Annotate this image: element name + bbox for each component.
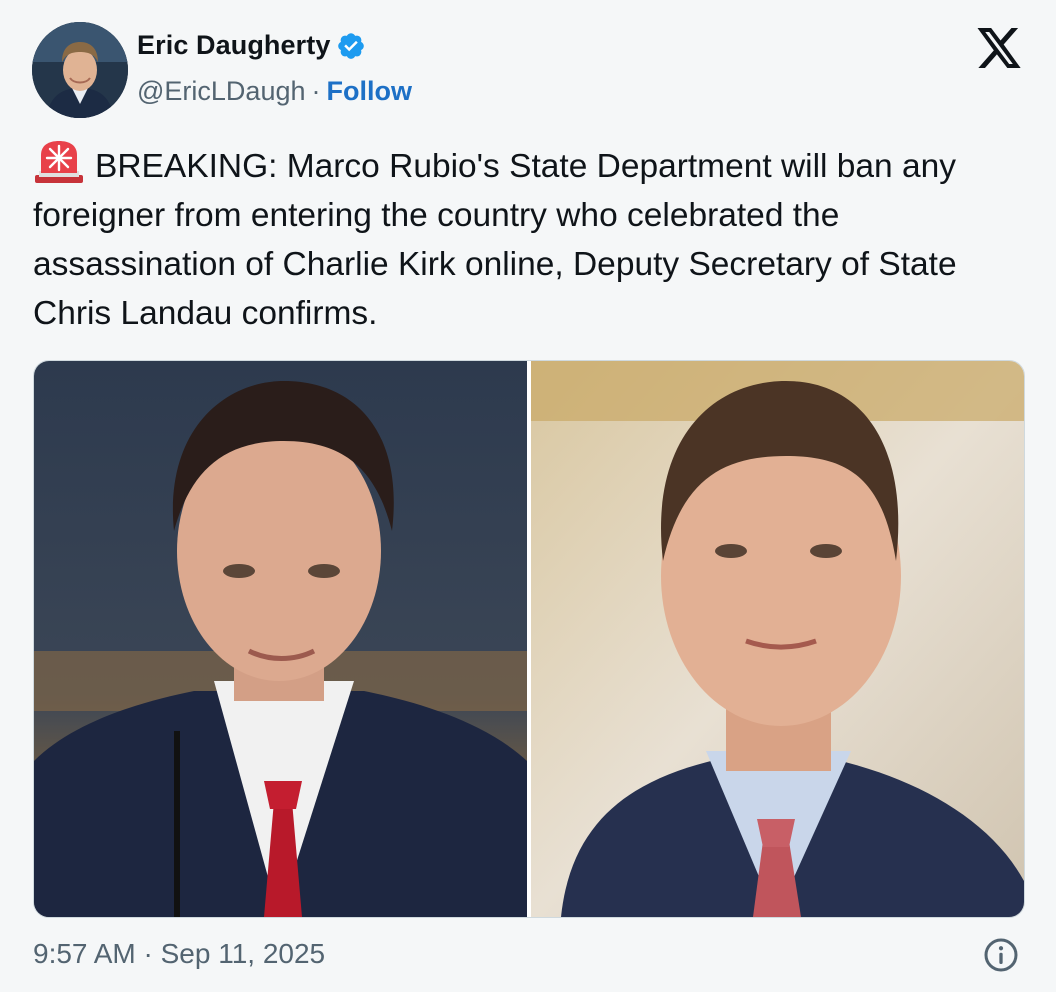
x-logo-icon[interactable] (975, 26, 1023, 70)
author-name[interactable]: Eric Daugherty (137, 30, 330, 61)
author-handle-row: @EricLDaugh · Follow (137, 76, 412, 107)
tweet-media[interactable] (33, 360, 1025, 918)
verified-badge-icon (338, 32, 365, 59)
handle-separator: · (311, 76, 321, 106)
tweet-timestamp[interactable]: 9:57 AM · Sep 11, 2025 (33, 938, 325, 970)
avatar[interactable] (32, 22, 128, 118)
author-handle[interactable]: @EricLDaugh (137, 76, 306, 107)
tweet-text-block: BREAKING: Marco Rubio's State Department… (33, 141, 1033, 338)
author-name-row: Eric Daugherty (137, 30, 366, 61)
follow-button[interactable]: Follow (327, 76, 412, 107)
photo-charlie-kirk-image (531, 361, 1024, 917)
tweet-text: BREAKING: Marco Rubio's State Department… (33, 148, 957, 332)
photo-marco-rubio[interactable] (34, 361, 527, 917)
avatar-image (32, 22, 128, 118)
photo-charlie-kirk[interactable] (531, 361, 1024, 917)
info-icon[interactable] (983, 937, 1019, 973)
photo-marco-rubio-image (34, 361, 527, 917)
siren-icon (35, 141, 83, 183)
